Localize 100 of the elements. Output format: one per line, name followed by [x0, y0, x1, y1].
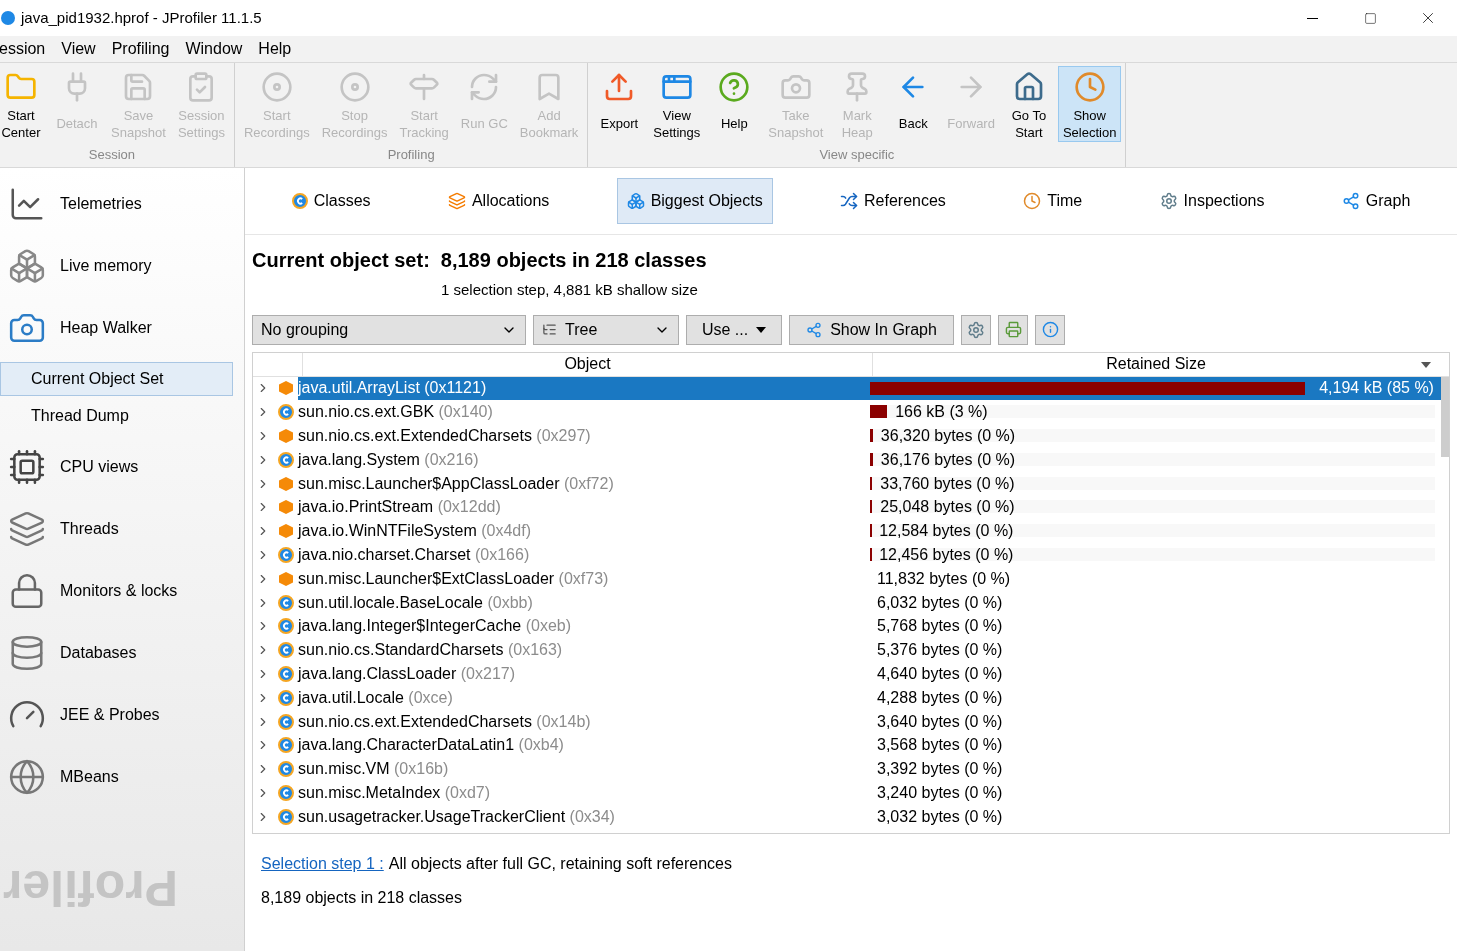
object-cell[interactable]: sun.util.locale.BaseLocale (0xbb) [298, 590, 868, 615]
retained-size-cell-text: 33,760 bytes (0 %) [880, 473, 1015, 494]
retained-size-cell-text: 12,584 bytes (0 %) [879, 521, 1014, 542]
view-mode-dropdown[interactable]: Tree [533, 314, 679, 345]
cube-icon [278, 475, 294, 492]
settings-button[interactable] [961, 314, 991, 345]
object-cell[interactable]: sun.misc.Launcher$ExtClassLoader (0xf73) [298, 566, 868, 591]
object-cell[interactable]: sun.nio.cs.ext.ExtendedCharsets (0x297) [298, 424, 868, 448]
retained-size-cell-text: 6,032 bytes (0 %) [877, 592, 1003, 613]
class-icon [278, 546, 294, 563]
object-cell[interactable]: java.lang.CharacterDataLatin1 (0xb4) [298, 733, 868, 758]
view-tab[interactable]: Graph [1331, 178, 1421, 224]
object-cell[interactable]: sun.usagetracker.UsageTrackerClient (0x34) [298, 804, 868, 829]
object-cell[interactable]: java.lang.Integer$IntegerCache (0xeb) [298, 614, 868, 639]
scrollbar[interactable] [1441, 376, 1449, 457]
print-button[interactable] [998, 314, 1028, 345]
toolbar-button[interactable]: Start Center [0, 66, 48, 142]
cube-icon [278, 499, 294, 516]
object-cell[interactable]: sun.misc.MetaIndex (0xd7) [298, 781, 868, 805]
printer-icon [1004, 321, 1022, 338]
info-button[interactable] [1035, 314, 1065, 345]
class-icon [291, 193, 308, 209]
sidebar-item[interactable]: JEE & Probes [60, 703, 160, 727]
grouping-dropdown[interactable]: No grouping [252, 314, 526, 345]
sidebar-subitem[interactable]: Thread Dump [0, 399, 233, 433]
view-tab[interactable]: Inspections [1149, 178, 1275, 224]
object-cell[interactable]: sun.nio.cs.StandardCharsets (0x163) [298, 638, 868, 663]
retained-size-cell-text: 3,568 bytes (0 %) [877, 735, 1003, 756]
sidebar-subitem[interactable]: Current Object Set [0, 362, 233, 396]
retained-size-cell-text: 4,288 bytes (0 %) [877, 687, 1003, 708]
retained-size-cell-text: 3,032 bytes (0 %) [877, 806, 1003, 827]
database-icon [8, 634, 46, 672]
chip-icon [8, 448, 46, 486]
toolbar-button[interactable]: Export [592, 66, 647, 142]
sidebar-item[interactable]: Heap Walker [60, 316, 152, 340]
gear-icon [1159, 192, 1178, 210]
class-icon [278, 642, 294, 659]
object-cell[interactable]: java.io.PrintStream (0x12dd) [298, 495, 868, 520]
toolbar-button[interactable]: Help [707, 66, 762, 142]
selection-step-description: All objects after full GC, retaining soft references [388, 853, 732, 874]
object-cell[interactable]: sun.misc.Launcher$AppClassLoader (0xf72) [298, 471, 868, 496]
object-cell[interactable]: java.util.Locale (0xce) [298, 685, 868, 710]
object-cell[interactable]: java.lang.System (0x216) [298, 447, 868, 472]
view-tab[interactable]: Classes [281, 178, 381, 224]
graph-icon [806, 321, 823, 338]
menu-item[interactable]: Profiling [110, 37, 171, 61]
retained-size-cell-text: 3,240 bytes (0 %) [877, 782, 1003, 803]
retained-size-cell-text: 5,768 bytes (0 %) [877, 616, 1003, 637]
class-icon [278, 808, 294, 825]
sidebar-item[interactable]: Live memory [60, 254, 152, 278]
window-title: java_pid1932.hprof - JProfiler 11.1.5 [21, 7, 262, 28]
selection-step-link[interactable]: Selection step 1 : [261, 851, 384, 876]
class-icon [278, 737, 294, 754]
show-in-graph-button[interactable]: Show In Graph [789, 314, 954, 345]
object-cell[interactable]: java.io.WinNTFileSystem (0x4df) [298, 519, 868, 544]
toolbar-button[interactable]: Back [886, 66, 941, 142]
object-cell[interactable]: java.lang.ClassLoader (0x217) [298, 662, 868, 686]
menu-item[interactable]: Help [257, 37, 293, 61]
sidebar-item[interactable]: CPU views [60, 455, 139, 479]
toolbar-button[interactable]: Go To Start [1001, 66, 1056, 142]
toolbar-button[interactable]: View Settings [648, 66, 706, 142]
column-header[interactable]: Retained Size [1106, 352, 1206, 376]
class-icon [278, 784, 294, 801]
sidebar-item[interactable]: Databases [60, 641, 137, 665]
menu-item[interactable]: Window [184, 37, 244, 61]
maximize-icon [1363, 11, 1377, 25]
class-icon [278, 761, 294, 778]
caret-icon [756, 326, 767, 333]
class-icon [278, 594, 294, 611]
object-cell[interactable]: java.nio.charset.Charset (0x166) [298, 543, 868, 567]
object-cell[interactable]: sun.nio.cs.ext.ExtendedCharsets (0x14b) [298, 709, 868, 734]
selection-summary: 8,189 objects in 218 classes [261, 887, 463, 908]
object-cell[interactable]: sun.nio.cs.ext.GBK (0x140) [298, 400, 868, 425]
clock-icon [1023, 192, 1042, 210]
tree-icon [542, 322, 557, 337]
use-button[interactable]: Use ... [686, 314, 782, 345]
view-tab[interactable]: References [830, 178, 956, 224]
view-tab[interactable]: Time [1013, 178, 1093, 224]
class-icon [278, 404, 294, 421]
menu-item[interactable]: ession [0, 37, 47, 61]
retained-size-cell-text: 3,640 bytes (0 %) [877, 711, 1003, 732]
graph-icon [1341, 192, 1360, 210]
sort-caret-icon [1421, 361, 1431, 368]
object-cell[interactable]: java.util.ArrayList (0x1121) [298, 376, 868, 401]
column-header[interactable]: Object [564, 352, 611, 376]
menu-item[interactable]: View [60, 37, 97, 61]
retained-size-cell-text: 166 kB (3 %) [895, 402, 988, 423]
object-cell[interactable]: sun.misc.VM (0x16b) [298, 757, 868, 782]
globe-icon [8, 758, 46, 796]
app-logo-icon [1, 11, 15, 25]
class-icon [278, 451, 294, 468]
sidebar-item[interactable]: Monitors & locks [60, 579, 178, 603]
view-tab[interactable]: Biggest Objects [616, 178, 773, 224]
sidebar-item[interactable]: Telemetries [60, 192, 142, 216]
cube-icon [278, 523, 294, 540]
sidebar-item[interactable]: MBeans [60, 765, 119, 789]
toolbar-button[interactable]: Show Selection [1057, 66, 1122, 142]
object-set-subtitle: 1 selection step, 4,881 kB shallow size [441, 281, 698, 298]
sidebar-item[interactable]: Threads [60, 517, 119, 541]
view-tab[interactable]: Allocations [437, 178, 560, 224]
